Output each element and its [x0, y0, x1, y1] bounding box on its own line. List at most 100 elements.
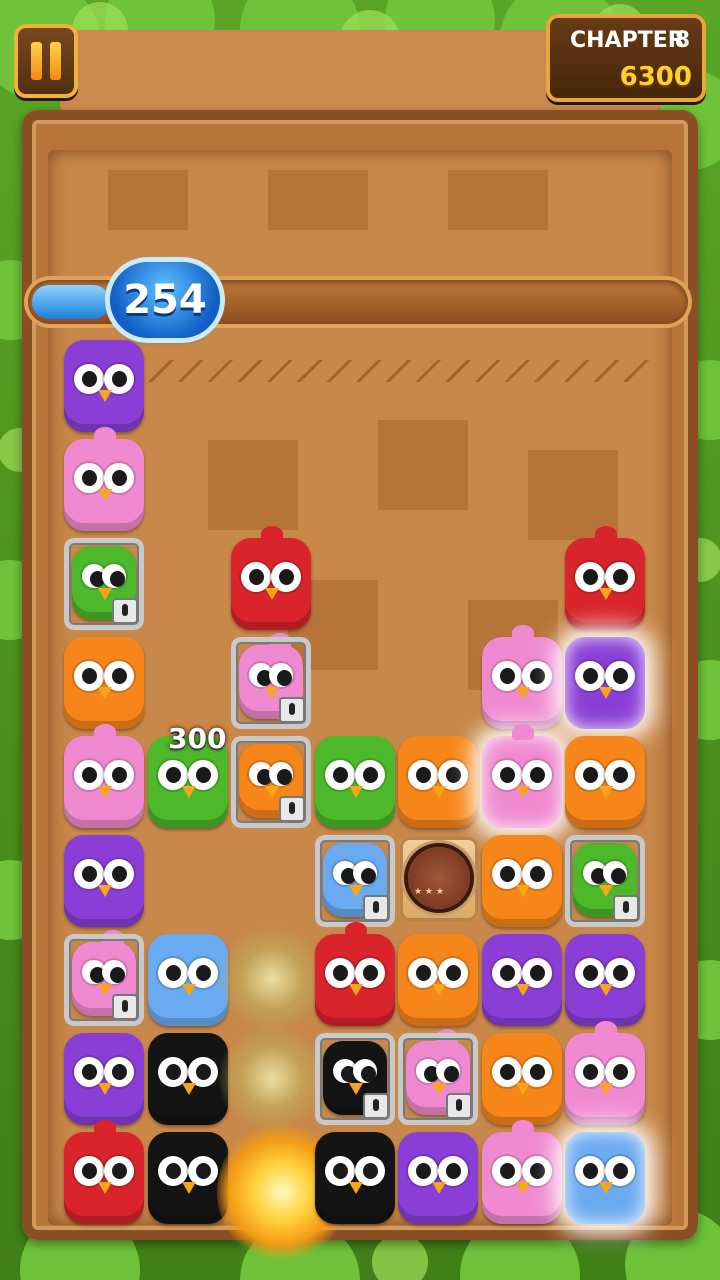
orange-bird-block-locked[interactable]	[229, 732, 313, 828]
green-bird-block-locked[interactable]	[563, 831, 647, 927]
orange-bird-block[interactable]	[480, 1029, 564, 1125]
red-bird-block[interactable]	[62, 1120, 146, 1224]
keyhole-icon	[279, 796, 305, 822]
bird-beak	[599, 687, 613, 699]
chapter-number: 8	[674, 28, 690, 53]
bird-beak	[348, 984, 363, 996]
pause-icon	[50, 42, 61, 80]
game-screen: CHAPTER 8 6300 254 300	[0, 0, 720, 1280]
pink-bird	[64, 427, 144, 531]
keyhole-icon	[362, 1093, 389, 1119]
purple-bird	[398, 1132, 478, 1224]
pink-bird-block[interactable]	[563, 1021, 647, 1125]
keyhole-icon	[613, 895, 639, 921]
keyhole-icon	[112, 994, 138, 1020]
orange-bird-block[interactable]	[563, 732, 647, 828]
green-bird-block[interactable]	[313, 732, 397, 828]
orange-bird-block[interactable]	[480, 831, 564, 927]
bird-beak	[599, 1182, 613, 1194]
black-bird-block[interactable]	[146, 1128, 230, 1224]
bird-beak	[98, 1083, 112, 1095]
purple-bird-block[interactable]	[62, 336, 146, 432]
purple-bird	[64, 340, 144, 432]
lock-frame	[398, 1033, 478, 1125]
crest-tuft	[511, 625, 534, 641]
bird-beak	[432, 1182, 446, 1194]
red-bird	[231, 526, 311, 630]
green-bird-block-locked[interactable]	[62, 534, 146, 630]
pink-bird-block[interactable]	[62, 724, 146, 828]
pause-icon	[31, 42, 42, 80]
purple-bird	[565, 934, 645, 1026]
orange-bird-block[interactable]	[396, 732, 480, 828]
orange-bird	[64, 637, 144, 729]
crest-tuft	[94, 1120, 116, 1136]
bird-beak	[515, 984, 530, 996]
red-bird-block[interactable]	[313, 922, 397, 1026]
blue-bird-block-locked[interactable]	[313, 831, 397, 927]
dust-burst-effect	[217, 924, 327, 1034]
pink-bird-block-locked[interactable]	[396, 1029, 480, 1125]
pink-bird	[565, 1021, 645, 1125]
chapter-panel: CHAPTER 8 6300	[546, 14, 706, 102]
red-bird-block[interactable]	[563, 526, 647, 630]
bird-beak	[348, 786, 363, 798]
purple-bird-block[interactable]	[480, 930, 564, 1026]
pink-bird-block[interactable]	[480, 1120, 564, 1224]
orange-bird-block[interactable]	[62, 633, 146, 729]
score-value: 6300	[619, 62, 692, 92]
bird-beak	[181, 984, 196, 996]
pink-bird-block[interactable]	[480, 724, 564, 828]
purple-bird-block[interactable]	[62, 1029, 146, 1125]
bird-beak	[348, 1182, 363, 1194]
orange-bird-block[interactable]	[396, 930, 480, 1026]
purple-bird-block[interactable]	[62, 831, 146, 927]
orange-bird	[398, 934, 478, 1026]
black-bird-block-locked[interactable]	[313, 1029, 397, 1125]
blue-bird	[565, 1132, 645, 1224]
bird-beak	[98, 1182, 112, 1194]
keyhole-icon	[112, 598, 138, 624]
bird-beak	[599, 984, 613, 996]
crest-tuft	[595, 526, 617, 542]
keyhole-icon	[362, 895, 389, 921]
red-bird-block[interactable]	[229, 526, 313, 630]
bird-beak	[599, 786, 613, 798]
board-pattern	[268, 170, 368, 230]
black-bird	[314, 1132, 395, 1224]
pink-bird-block[interactable]	[480, 625, 564, 729]
bird-beak	[181, 786, 196, 798]
black-bird-block[interactable]	[313, 1128, 397, 1224]
progress-fill	[32, 285, 110, 319]
red-bird	[565, 526, 645, 630]
bird-beak	[432, 984, 446, 996]
purple-bird-block[interactable]	[396, 1128, 480, 1224]
pink-bird	[64, 724, 144, 828]
purple-bird-block[interactable]	[563, 930, 647, 1026]
moves-counter: 254	[110, 262, 220, 338]
pink-bird-block[interactable]	[62, 427, 146, 531]
purple-bird-block[interactable]	[563, 633, 647, 729]
crest-tuft	[94, 427, 116, 443]
pink-bird	[481, 625, 562, 729]
bird-beak	[515, 885, 530, 897]
bird-beak	[432, 786, 446, 798]
pause-button[interactable]	[14, 24, 78, 98]
blue-bird-block[interactable]	[563, 1128, 647, 1224]
bird-beak	[515, 687, 530, 699]
lock-frame	[315, 835, 395, 927]
red-bird	[64, 1120, 144, 1224]
green-bird	[314, 736, 395, 828]
pink-bird-block-locked[interactable]	[62, 930, 146, 1026]
orange-bird	[398, 736, 478, 828]
bird-beak	[181, 1083, 196, 1095]
black-bird	[147, 1033, 228, 1125]
red-bird	[314, 922, 395, 1026]
bird-beak	[515, 1083, 530, 1095]
black-bird	[147, 1132, 228, 1224]
board-pattern	[448, 170, 548, 230]
bird-beak	[98, 786, 112, 798]
medal-block[interactable]	[400, 837, 478, 921]
bird-beak	[98, 489, 112, 501]
pink-bird-block-locked[interactable]	[229, 633, 313, 729]
